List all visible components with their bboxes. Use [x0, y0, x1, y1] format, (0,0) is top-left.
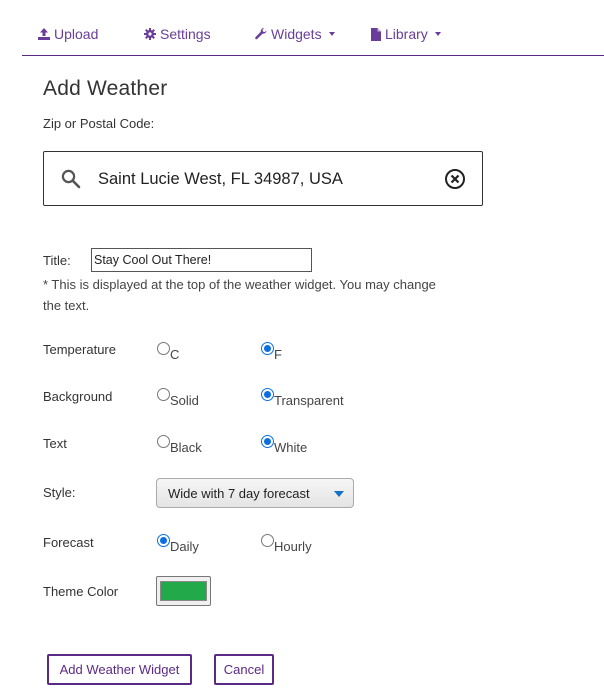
text-color-label: Text	[43, 436, 67, 451]
upload-icon	[38, 28, 50, 40]
radio-daily[interactable]	[157, 534, 170, 547]
background-label: Background	[43, 389, 113, 404]
cancel-button[interactable]: Cancel	[214, 654, 274, 685]
theme-color-label: Theme Color	[43, 584, 119, 599]
add-weather-widget-button[interactable]: Add Weather Widget	[47, 654, 192, 685]
radio-solid[interactable]	[157, 388, 170, 401]
dropdown-arrow-icon	[334, 491, 344, 497]
temperature-option-f[interactable]: F	[261, 342, 282, 362]
chevron-down-icon	[434, 32, 441, 36]
forecast-option-hourly[interactable]: Hourly	[261, 534, 312, 554]
gear-icon	[144, 28, 156, 40]
location-search-input[interactable]	[98, 166, 428, 192]
forecast-label: Forecast	[43, 535, 94, 550]
radio-hourly[interactable]	[261, 534, 274, 547]
nav-settings-label: Settings	[160, 26, 211, 42]
background-option-transparent[interactable]: Transparent	[261, 388, 344, 408]
theme-color-picker[interactable]	[156, 576, 211, 606]
zip-label: Zip or Postal Code:	[43, 116, 155, 131]
search-icon	[61, 169, 81, 189]
temperature-option-f-label: F	[274, 347, 282, 362]
title-help-text: * This is displayed at the top of the we…	[43, 277, 436, 313]
file-icon	[371, 27, 381, 41]
theme-color-swatch	[160, 581, 207, 601]
radio-f[interactable]	[261, 342, 274, 355]
title-input[interactable]	[91, 248, 312, 272]
text-option-black[interactable]: Black	[157, 435, 202, 455]
nav-library-dropdown[interactable]: Library	[371, 25, 441, 43]
text-option-black-label: Black	[170, 440, 202, 455]
location-search-box	[43, 151, 483, 206]
nav-widgets-dropdown[interactable]: Widgets	[255, 25, 335, 43]
forecast-option-hourly-label: Hourly	[274, 539, 312, 554]
chevron-down-icon	[328, 32, 335, 36]
clear-icon[interactable]	[444, 168, 466, 190]
nav-upload-label: Upload	[54, 26, 99, 42]
style-label: Style:	[43, 485, 76, 500]
forecast-option-daily-label: Daily	[170, 539, 199, 554]
forecast-option-daily[interactable]: Daily	[157, 534, 199, 554]
temperature-option-c-label: C	[170, 347, 180, 362]
radio-white[interactable]	[261, 435, 274, 448]
nav-library-label: Library	[385, 26, 428, 42]
temperature-option-c[interactable]: C	[157, 342, 179, 362]
background-option-solid[interactable]: Solid	[157, 388, 199, 408]
radio-black[interactable]	[157, 435, 170, 448]
radio-transparent[interactable]	[261, 388, 274, 401]
text-option-white[interactable]: White	[261, 435, 307, 455]
top-nav: Upload Settings Widgets Library	[22, 0, 604, 56]
style-select-value: Wide with 7 day forecast	[168, 486, 310, 501]
title-label: Title:	[43, 253, 71, 268]
radio-c[interactable]	[157, 342, 170, 355]
background-option-solid-label: Solid	[170, 393, 199, 408]
nav-widgets-label: Widgets	[271, 26, 322, 42]
page-title: Add Weather	[43, 77, 168, 100]
nav-upload[interactable]: Upload	[38, 25, 98, 43]
temperature-label: Temperature	[43, 342, 116, 357]
wrench-icon	[255, 28, 267, 40]
text-option-white-label: White	[274, 440, 308, 455]
style-select[interactable]: Wide with 7 day forecast	[156, 478, 354, 508]
background-option-transparent-label: Transparent	[274, 393, 344, 408]
nav-settings[interactable]: Settings	[144, 25, 211, 43]
